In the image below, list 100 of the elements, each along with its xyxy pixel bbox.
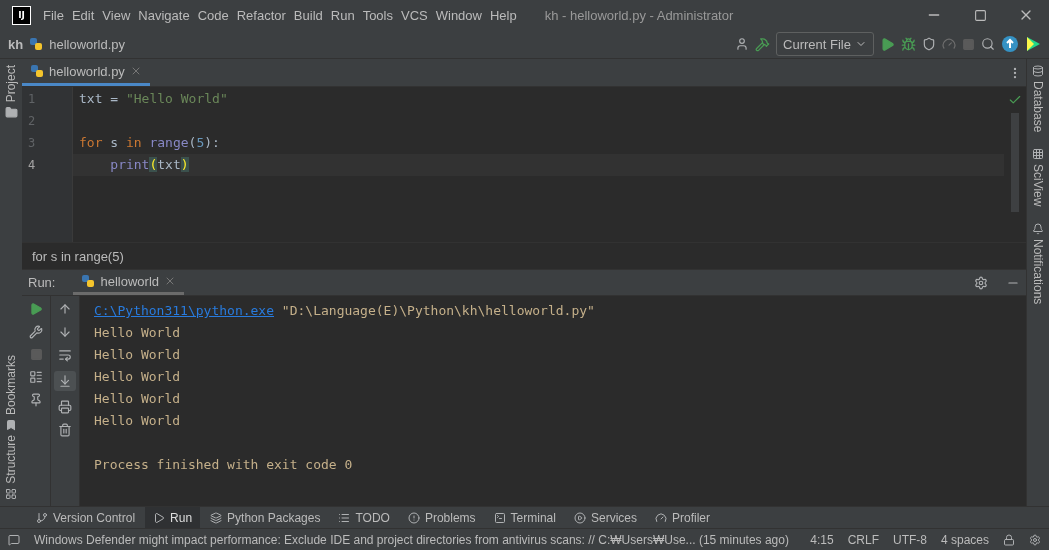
code-token: txt = <box>79 91 120 106</box>
menu-item[interactable]: Tools <box>362 7 393 23</box>
structure-icon <box>5 488 17 500</box>
tool-tab[interactable]: Terminal <box>485 507 564 528</box>
tool-tab[interactable]: Profiler <box>647 507 718 528</box>
list-icon <box>338 511 351 524</box>
play-icon <box>153 511 166 524</box>
plugin-logo-icon[interactable] <box>1025 36 1041 52</box>
tool-tab[interactable]: Version Control <box>28 507 144 528</box>
code-token: for <box>79 135 103 150</box>
folder-icon <box>4 106 18 120</box>
status-item[interactable]: UTF-8 <box>892 532 927 547</box>
pin-icon[interactable] <box>29 393 43 407</box>
console-text: "D:\Language(E)\Python\kh\helloworld.py" <box>280 303 595 318</box>
exit-message: Process finished with exit code 0 <box>94 457 353 472</box>
bell-icon <box>1032 222 1044 235</box>
settings-icon[interactable] <box>1029 533 1041 546</box>
breadcrumb-item[interactable]: helloworld.py <box>49 36 126 52</box>
tool-window-label[interactable]: Project <box>4 65 18 103</box>
console-text: Hello World <box>94 325 181 340</box>
code-breadcrumb[interactable]: for s in range(5) <box>22 242 1026 269</box>
status-item[interactable]: 4 spaces <box>940 532 989 547</box>
alert-icon <box>407 511 420 524</box>
path-link[interactable]: C:\Python311\python.exe <box>94 303 274 318</box>
code-token: s <box>109 135 120 150</box>
status-message[interactable]: Windows Defender might impact performance: Exclude IDE and project directories from antivirus scans: // C:₩Users₩Use... (15 minutes ago) <box>34 532 797 547</box>
search-icon[interactable] <box>981 37 995 51</box>
tool-tab[interactable]: Services <box>565 507 645 528</box>
layout-icon[interactable] <box>29 370 43 384</box>
branch-icon <box>36 511 48 524</box>
menu-item[interactable]: VCS <box>401 7 428 23</box>
code-token: 5 <box>196 135 205 150</box>
wrench-icon[interactable] <box>29 325 43 339</box>
menu-item[interactable]: Window <box>435 7 482 23</box>
run-icon[interactable] <box>880 36 895 52</box>
menu-item[interactable]: Help <box>489 7 517 23</box>
menu-item[interactable]: Build <box>293 7 323 23</box>
menu-item[interactable]: Refactor <box>236 7 286 23</box>
code-token: ): <box>204 135 220 150</box>
update-icon[interactable] <box>1001 35 1019 53</box>
play-circle-icon <box>573 511 586 524</box>
trash-icon[interactable] <box>58 423 72 437</box>
code-token: in <box>125 135 142 150</box>
hammer-icon[interactable] <box>755 36 771 52</box>
code-token: print <box>109 157 150 172</box>
app-logo: IJ <box>12 5 31 25</box>
tool-tab[interactable]: Run <box>145 507 201 528</box>
check-icon <box>1008 93 1022 107</box>
tool-window-label[interactable]: Notifications <box>1031 238 1045 305</box>
menu-item[interactable]: Run <box>330 7 355 23</box>
tool-tab[interactable]: Python Packages <box>202 507 329 528</box>
scroll-to-end-icon[interactable] <box>58 374 72 388</box>
run-label: Run: <box>28 275 56 290</box>
code-token: "Hello World" <box>125 91 228 106</box>
python-file-icon <box>30 64 44 78</box>
run-config-dropdown[interactable]: Current File <box>776 32 874 56</box>
line-number: 4 <box>27 157 37 174</box>
tool-tab[interactable]: Problems <box>399 507 484 528</box>
console-text: Hello World <box>94 347 181 362</box>
maximize-icon[interactable] <box>973 8 987 22</box>
grid-icon <box>1032 148 1044 161</box>
print-icon[interactable] <box>58 400 72 414</box>
tool-window-label[interactable]: Structure <box>4 435 18 484</box>
code-token: txt <box>157 157 181 172</box>
console-text: Hello World <box>94 369 181 384</box>
bookmark-icon <box>5 419 17 432</box>
lock-icon[interactable] <box>1003 533 1015 546</box>
bug-icon[interactable] <box>901 36 916 52</box>
menu-item[interactable]: Navigate <box>138 7 190 23</box>
tool-window-label[interactable]: SciView <box>1031 164 1045 207</box>
tool-window-label[interactable]: Database <box>1031 81 1045 133</box>
message-icon[interactable] <box>8 533 20 546</box>
close-icon[interactable] <box>164 275 176 287</box>
python-file-icon <box>81 274 96 288</box>
rerun-icon[interactable] <box>29 302 43 316</box>
code-token: range <box>148 135 189 150</box>
status-item[interactable]: 4:15 <box>810 532 834 547</box>
window-title: kh - helloworld.py - Administrator <box>544 7 735 23</box>
settings-icon[interactable] <box>974 275 988 290</box>
console-text: Hello World <box>94 413 181 428</box>
menu-item[interactable]: Code <box>197 7 229 23</box>
layers-icon <box>210 511 223 524</box>
console-text: Hello World <box>94 391 181 406</box>
status-item[interactable]: CRLF <box>847 532 879 547</box>
menu-item[interactable]: Edit <box>71 7 95 23</box>
code-token: ( <box>149 157 158 172</box>
python-file-icon <box>29 37 44 51</box>
database-icon <box>1032 65 1044 77</box>
tool-window-label[interactable]: Bookmarks <box>4 355 18 416</box>
gauge-icon <box>655 511 667 524</box>
shield-icon[interactable] <box>922 37 936 51</box>
code-token: ) <box>180 157 189 172</box>
terminal-icon <box>493 511 506 524</box>
menu-item[interactable]: File <box>43 7 64 23</box>
breadcrumb-item[interactable]: kh <box>8 36 24 52</box>
soft-wrap-icon[interactable] <box>58 348 72 362</box>
tool-tab[interactable]: TODO <box>330 507 398 528</box>
user-icon[interactable] <box>735 37 750 51</box>
menu-item[interactable]: View <box>102 7 131 23</box>
code-token: ( <box>188 135 197 150</box>
